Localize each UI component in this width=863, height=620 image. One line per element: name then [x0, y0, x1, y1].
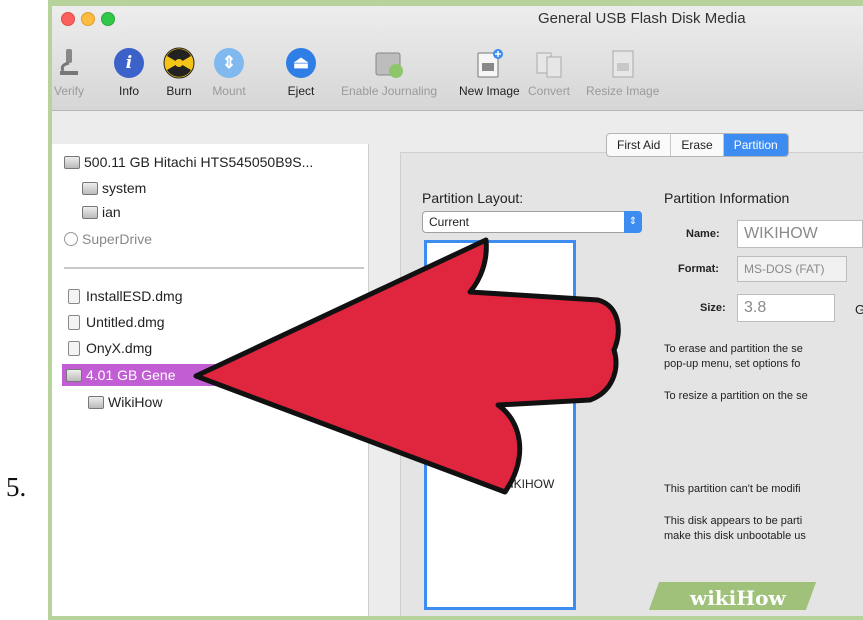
volume-icon [82, 181, 98, 195]
eject-icon: ⏏ [284, 46, 318, 80]
sidebar-divider [64, 267, 364, 269]
sidebar-item-untitled[interactable]: Untitled.dmg [68, 314, 165, 330]
resize-image-button[interactable]: Resize Image [586, 46, 659, 98]
journaling-icon [372, 46, 406, 80]
step-number: 5. [6, 472, 27, 502]
help-text-erase-2: pop-up menu, set options fo [664, 358, 801, 370]
mount-icon: ⇕ [212, 46, 246, 80]
tab-erase[interactable]: Erase [671, 134, 724, 156]
burn-icon [162, 46, 196, 80]
optical-drive-icon [64, 232, 78, 246]
tab-first-aid[interactable]: First Aid [607, 134, 672, 156]
disk-image-icon [68, 288, 80, 304]
partition-map-label: WIKIHOW [499, 477, 555, 491]
partition-layout-map[interactable]: WIKIHOW [424, 240, 576, 610]
new-image-button[interactable]: New Image [459, 46, 520, 98]
help-text-resize: To resize a partition on the se [664, 390, 808, 402]
eject-button[interactable]: ⏏ Eject [284, 46, 318, 98]
close-window-button[interactable] [61, 12, 75, 26]
size-field[interactable]: 3.8 [737, 294, 835, 322]
wikihow-watermark: wikiHow [690, 586, 786, 610]
volume-icon [88, 395, 104, 409]
minimize-window-button[interactable] [81, 12, 95, 26]
sidebar-item-system[interactable]: system [82, 180, 146, 196]
name-label: Name: [686, 228, 720, 240]
usb-disk-icon [66, 368, 82, 382]
partition-layout-select[interactable]: Current ⇕ [422, 211, 642, 233]
sidebar-item-usb-disk-selected[interactable]: 4.01 GB Gene [62, 364, 368, 386]
partition-status-text: This partition can't be modifi [664, 483, 801, 495]
mount-button[interactable]: ⇕ Mount [212, 46, 246, 98]
disk-image-icon [68, 314, 80, 330]
name-field[interactable]: WIKIHOW [737, 220, 863, 248]
boot-warning-text-2: make this disk unbootable us [664, 530, 806, 542]
burn-button[interactable]: Burn [162, 46, 196, 98]
boot-warning-text-1: This disk appears to be parti [664, 515, 803, 527]
microscope-icon [52, 46, 86, 80]
tab-partition[interactable]: Partition [723, 134, 788, 156]
convert-button[interactable]: Convert [528, 46, 570, 98]
zoom-window-button[interactable] [101, 12, 115, 26]
sidebar-item-wikihow[interactable]: WikiHow [88, 394, 162, 410]
tab-bar: First Aid Erase Partition [606, 133, 789, 157]
info-icon: i [112, 46, 146, 80]
chevron-updown-icon: ⇕ [624, 211, 642, 233]
partition-info-heading: Partition Information [664, 190, 790, 206]
verify-button[interactable]: Verify [52, 46, 86, 98]
sidebar-item-onyx[interactable]: OnyX.dmg [68, 340, 152, 356]
resize-image-icon [606, 46, 640, 80]
disk-sidebar: 500.11 GB Hitachi HTS545050B9S... system… [52, 144, 369, 616]
format-label: Format: [678, 263, 719, 275]
info-button[interactable]: i Info [112, 46, 146, 98]
convert-icon [532, 46, 566, 80]
size-unit: G [855, 302, 863, 317]
disk-image-icon [68, 340, 80, 356]
sidebar-item-installesd[interactable]: InstallESD.dmg [68, 288, 182, 304]
titlebar: General USB Flash Disk Media Verify i In… [52, 6, 863, 111]
help-text-erase-1: To erase and partition the se [664, 343, 803, 355]
size-label: Size: [700, 302, 726, 314]
new-image-icon [472, 46, 506, 80]
enable-journaling-button[interactable]: Enable Journaling [341, 46, 437, 98]
hard-disk-icon [64, 155, 80, 169]
volume-icon [82, 205, 98, 219]
window-title: General USB Flash Disk Media [538, 10, 746, 27]
format-select[interactable]: MS-DOS (FAT) [737, 256, 847, 282]
sidebar-item-ian[interactable]: ian [82, 204, 121, 220]
sidebar-item-superdrive[interactable]: SuperDrive [64, 231, 152, 247]
partition-layout-heading: Partition Layout: [422, 190, 524, 206]
sidebar-item-hitachi-disk[interactable]: 500.11 GB Hitachi HTS545050B9S... [64, 154, 313, 170]
